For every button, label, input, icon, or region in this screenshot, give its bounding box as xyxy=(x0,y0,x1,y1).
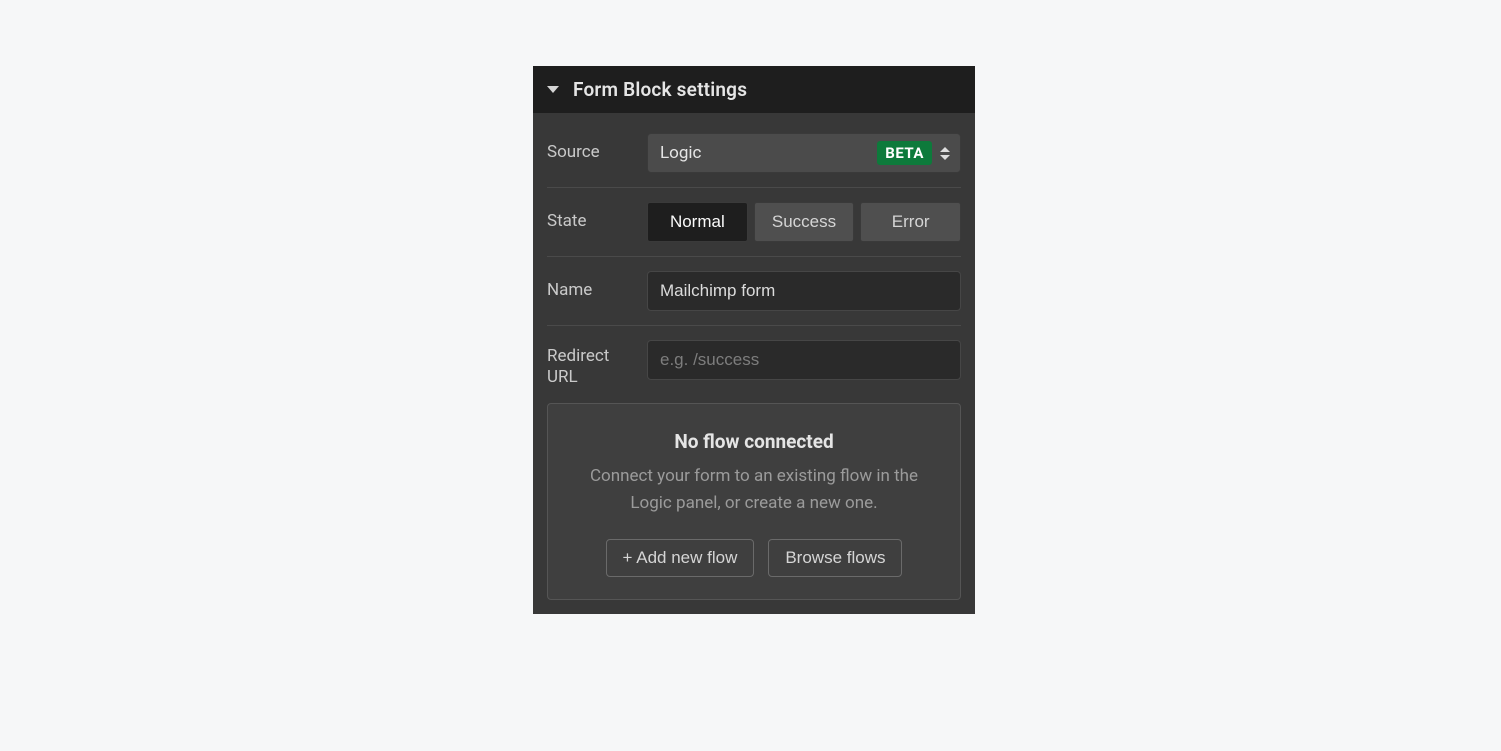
state-label: State xyxy=(547,211,633,232)
add-new-flow-button[interactable]: + Add new flow xyxy=(606,539,755,577)
source-label: Source xyxy=(547,142,633,163)
panel-body: Source Logic BETA State Normal Success xyxy=(533,113,975,614)
state-option-error[interactable]: Error xyxy=(860,202,961,242)
state-option-normal[interactable]: Normal xyxy=(647,202,748,242)
flow-description: Connect your form to an existing flow in… xyxy=(570,463,938,517)
redirect-url-input[interactable] xyxy=(647,340,961,380)
select-updown-icon xyxy=(940,147,950,160)
redirect-row: Redirect URL xyxy=(547,326,961,393)
browse-flows-button[interactable]: Browse flows xyxy=(768,539,902,577)
name-label: Name xyxy=(547,280,633,301)
state-row: State Normal Success Error xyxy=(547,188,961,257)
flow-actions: + Add new flow Browse flows xyxy=(570,539,938,577)
redirect-label: Redirect URL xyxy=(547,340,633,389)
name-input[interactable] xyxy=(647,271,961,311)
panel-header[interactable]: Form Block settings xyxy=(533,66,975,113)
source-select[interactable]: Logic BETA xyxy=(647,133,961,173)
form-block-settings-panel: Form Block settings Source Logic BETA xyxy=(533,66,975,614)
flow-empty-state: No flow connected Connect your form to a… xyxy=(547,403,961,600)
beta-badge: BETA xyxy=(877,141,932,165)
source-row: Source Logic BETA xyxy=(547,119,961,188)
state-segmented-control: Normal Success Error xyxy=(647,202,961,242)
state-option-success[interactable]: Success xyxy=(754,202,855,242)
source-select-value: Logic xyxy=(660,143,701,163)
flow-title: No flow connected xyxy=(570,430,938,453)
name-row: Name xyxy=(547,257,961,326)
chevron-down-icon xyxy=(547,86,559,93)
panel-title: Form Block settings xyxy=(573,78,747,101)
